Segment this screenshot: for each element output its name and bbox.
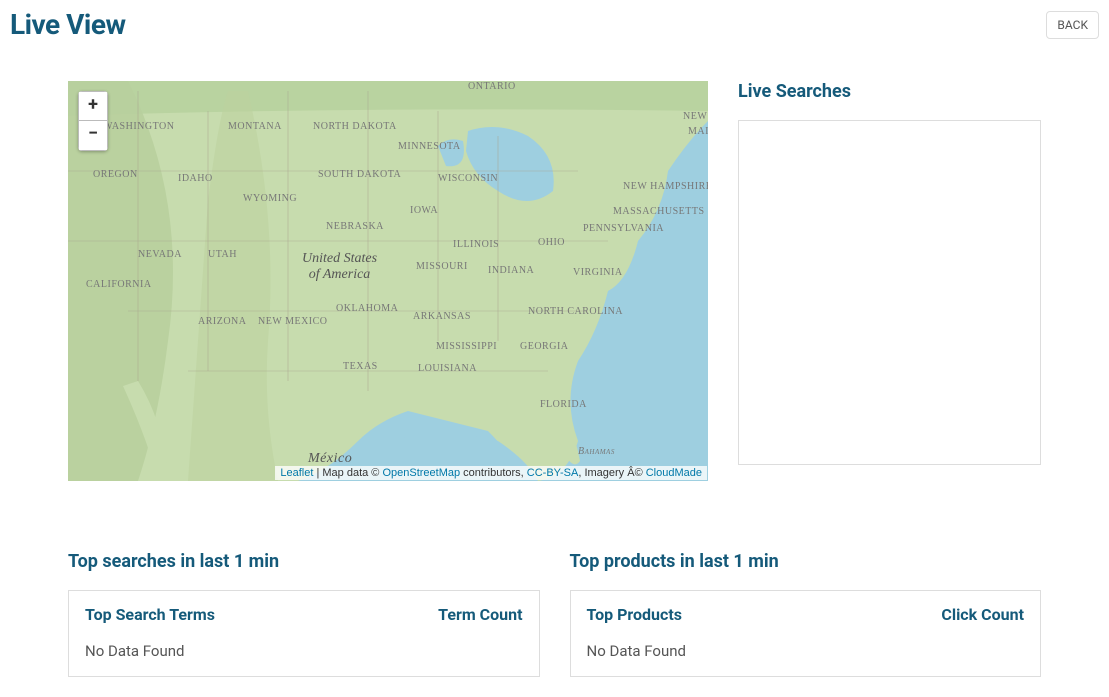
top-searches-panel: Top searches in last 1 min Top Search Te… <box>68 551 540 677</box>
map-region-label: WASHINGTON <box>103 121 174 132</box>
map-region-label: UTAH <box>208 249 237 260</box>
zoom-out-button[interactable]: − <box>78 121 108 151</box>
map-region-label: NEVADA <box>138 249 182 260</box>
top-search-terms-col: Top Search Terms <box>85 605 215 624</box>
zoom-in-button[interactable]: + <box>78 91 108 121</box>
click-count-col: Click Count <box>941 605 1024 624</box>
map[interactable]: ONTARIO WASHINGTON MONTANA NORTH DAKOTAMINN… <box>68 81 708 481</box>
page-title: Live View <box>10 8 126 41</box>
top-products-col: Top Products <box>587 605 682 624</box>
map-region-label: NORTH CAROLINA <box>528 306 623 317</box>
top-products-heading: Top products in last 1 min <box>570 551 1042 572</box>
live-searches-heading: Live Searches <box>738 81 1041 102</box>
map-region-label: OHIO <box>538 237 565 248</box>
leaflet-link[interactable]: Leaflet <box>280 467 313 479</box>
map-region-label: Bahamas <box>578 446 615 457</box>
map-region-label: NEW HAMPSHIRE <box>623 181 708 192</box>
map-region-label: ARKANSAS <box>413 311 471 322</box>
map-region-label: VIRGINIA <box>573 267 623 278</box>
top-products-panel: Top products in last 1 min Top Products … <box>570 551 1042 677</box>
page-header: Live View BACK <box>10 8 1099 41</box>
map-region-label: WYOMING <box>243 193 297 204</box>
map-region-label: TEXAS <box>343 361 378 372</box>
map-attribution: Leaflet | Map data © OpenStreetMap contr… <box>275 466 707 480</box>
map-region-label: LOUISIANA <box>418 363 477 374</box>
map-region-label: MISSISSIPPI <box>436 341 497 352</box>
map-region-label: MAINE <box>688 126 708 137</box>
map-region-label: GEORGIA <box>520 341 569 352</box>
map-zoom-controls: + − <box>78 91 108 151</box>
map-region-label: OREGON <box>93 169 138 180</box>
ccbysa-link[interactable]: CC-BY-SA <box>527 467 579 479</box>
map-region-label: ARIZONA <box>198 316 247 327</box>
cloudmade-link[interactable]: CloudMade <box>646 467 702 479</box>
map-region-label: ONTARIO <box>468 81 516 92</box>
map-region-label: INDIANA <box>488 265 534 276</box>
map-region-label: MONTANA <box>228 121 282 132</box>
back-button[interactable]: BACK <box>1046 11 1099 39</box>
live-searches-panel: Live Searches <box>738 81 1041 481</box>
map-region-label: ILLINOIS <box>453 239 499 250</box>
map-region-label: IOWA <box>410 205 438 216</box>
map-region-label: CALIFORNIA <box>86 279 152 290</box>
map-region-label: NEW <box>683 111 707 122</box>
map-region-label: WISCONSIN <box>438 173 498 184</box>
top-products-empty: No Data Found <box>587 642 1025 660</box>
map-region-label: MISSOURI <box>416 261 468 272</box>
map-region-label: NEBRASKA <box>326 221 384 232</box>
map-region-label: México <box>308 451 352 467</box>
map-region-label: PENNSYLVANIA <box>583 223 664 234</box>
top-searches-heading: Top searches in last 1 min <box>68 551 540 572</box>
top-searches-empty: No Data Found <box>85 642 523 660</box>
live-searches-box <box>738 120 1041 465</box>
map-region-label: IDAHO <box>178 173 213 184</box>
top-searches-box: Top Search Terms Term Count No Data Foun… <box>68 590 540 677</box>
map-region-label: FLORIDA <box>540 399 587 410</box>
osm-link[interactable]: OpenStreetMap <box>382 467 460 479</box>
map-country-label: United States of America <box>302 251 377 283</box>
map-region-label: OKLAHOMA <box>336 303 398 314</box>
top-products-box: Top Products Click Count No Data Found <box>570 590 1042 677</box>
map-region-label: MINNESOTA <box>398 141 461 152</box>
map-region-label: SOUTH DAKOTA <box>318 169 401 180</box>
map-tiles <box>68 81 708 481</box>
map-region-label: NEW MEXICO <box>258 316 328 327</box>
map-region-label: NORTH DAKOTA <box>313 121 397 132</box>
term-count-col: Term Count <box>438 605 522 624</box>
map-region-label: MASSACHUSETTS <box>613 206 705 217</box>
